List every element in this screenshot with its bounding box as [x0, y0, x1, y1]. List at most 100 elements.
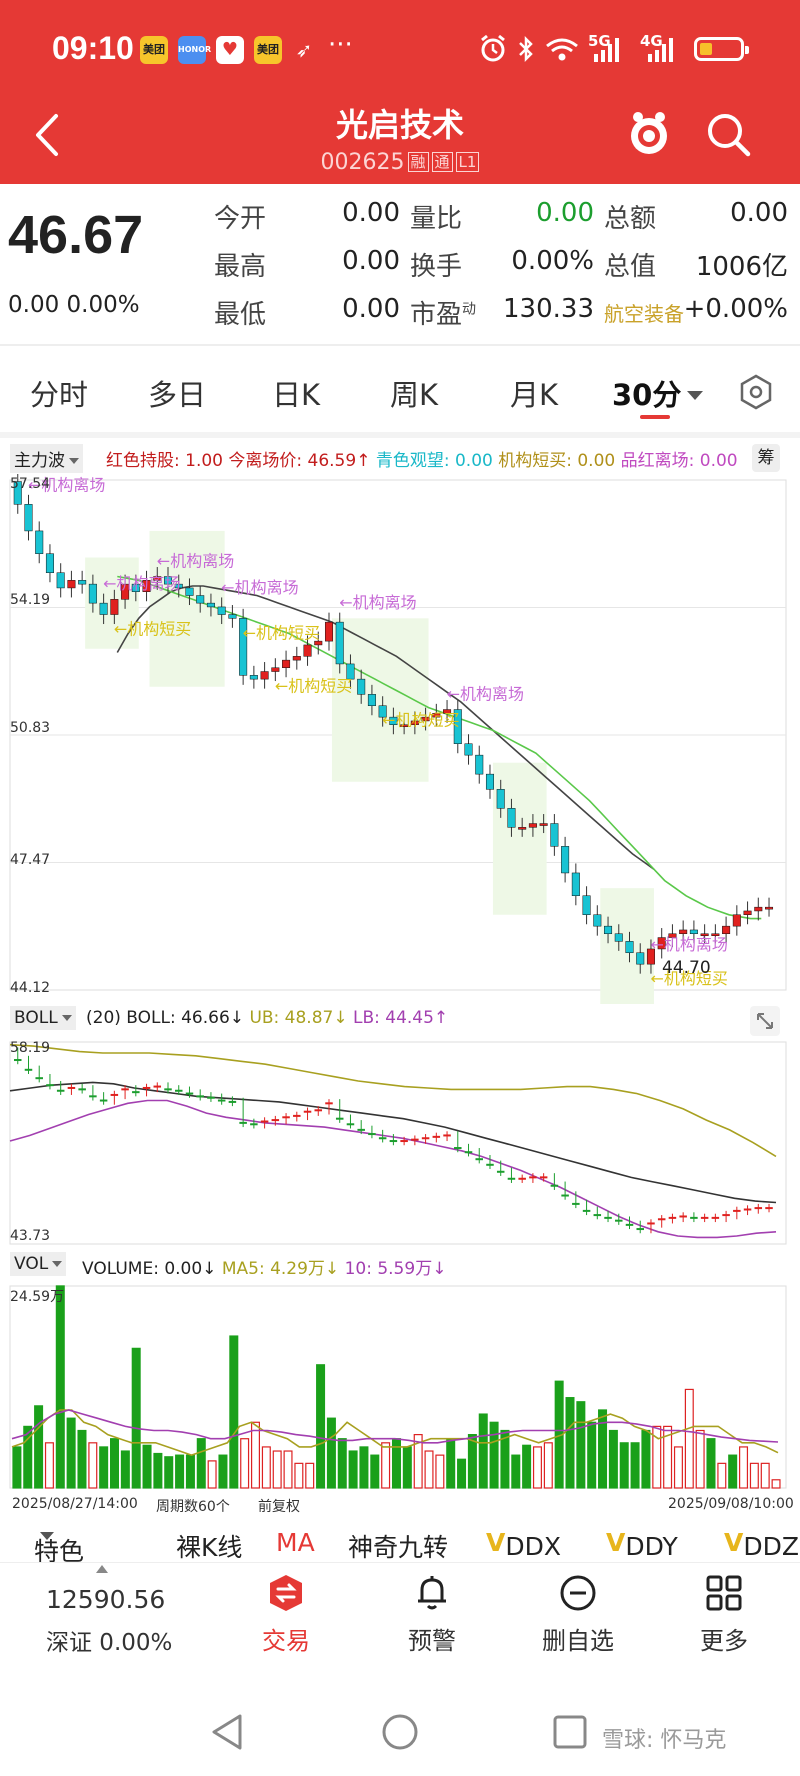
boll-chart[interactable]	[0, 1038, 800, 1248]
main-indicator-values: 红色持股: 1.00 今离场价: 46.59↑ 青色观望: 0.00 机构短买:…	[106, 446, 738, 471]
volume-bar	[120, 1450, 130, 1489]
volume-bar	[630, 1442, 640, 1489]
nav-trade-label: 交易	[262, 1627, 310, 1655]
chevron-down-icon	[687, 391, 704, 400]
candle-body	[689, 929, 698, 935]
volume-chart[interactable]	[0, 1284, 800, 1490]
tab-30min[interactable]: 30分	[612, 372, 704, 414]
turnover-label: 总额	[604, 204, 657, 234]
tab-weekly-k[interactable]: 周K	[390, 372, 438, 414]
alarm-icon	[481, 34, 505, 62]
high-label: 最高	[214, 252, 267, 282]
y-tick-3: 50.83	[10, 720, 51, 736]
annotation-label: ←机构短买	[114, 620, 191, 639]
battery-icon	[694, 37, 749, 61]
volume-bar	[66, 1417, 76, 1489]
candle-body	[292, 656, 301, 661]
low-label: 最低	[214, 300, 267, 330]
chevron-down-icon	[40, 1532, 54, 1540]
market-cap-label: 总值	[604, 252, 657, 282]
candle-body	[743, 910, 752, 916]
annotation-label: ←机构离场	[447, 684, 524, 703]
volume-bar	[457, 1458, 467, 1489]
vol-y-max: 24.59万	[10, 1289, 65, 1305]
bottom-nav: 12590.56 深证 0.00% 交易 预警 删自选 更多	[0, 1562, 800, 1673]
volume-bar	[435, 1454, 445, 1489]
annotation-label: ←机构离场	[157, 551, 234, 570]
volume-bar	[272, 1450, 282, 1489]
open-label: 今开	[214, 204, 267, 234]
feature-ma[interactable]: MA	[276, 1528, 315, 1557]
volume-bar	[77, 1429, 87, 1489]
market-cap-value: 1006亿	[695, 252, 788, 282]
volume-bar	[99, 1446, 109, 1489]
mascot-icon[interactable]	[624, 108, 674, 158]
y-tick-max: 57.54	[10, 476, 51, 492]
low-value: 0.00	[342, 294, 400, 324]
volume-bar	[684, 1388, 694, 1489]
volume-bar	[153, 1452, 163, 1489]
expand-icon[interactable]	[750, 1006, 780, 1036]
tab-30min-label: 30分	[612, 378, 682, 412]
volume-bar	[44, 1442, 54, 1489]
volume-bar	[381, 1442, 391, 1489]
feature-bare-k[interactable]: 裸K线	[176, 1528, 242, 1562]
feature-ddy[interactable]: V DDY	[606, 1528, 678, 1561]
system-back-icon[interactable]	[210, 1712, 246, 1752]
volume-bar	[489, 1421, 499, 1489]
volume-bar	[359, 1446, 369, 1489]
boll-selector[interactable]: BOLL	[10, 1006, 76, 1030]
candle-body	[464, 743, 473, 756]
indicator-inst-buy: 机构短买: 0.00	[498, 451, 616, 471]
volume-bar	[565, 1397, 575, 1489]
candle-body	[539, 823, 548, 826]
v-badge-icon: V	[606, 1528, 626, 1557]
candle-body	[335, 621, 344, 665]
tab-multiday[interactable]: 多日	[148, 372, 206, 414]
volume-bar	[305, 1462, 315, 1489]
system-home-icon[interactable]	[380, 1712, 420, 1752]
candle-body	[196, 595, 205, 604]
feature-ddz[interactable]: V DDZ	[724, 1528, 799, 1561]
indicator-magenta-exit: 品红离场: 0.00	[620, 451, 738, 471]
turnover-rate-label: 换手	[410, 252, 463, 282]
candle-body	[271, 667, 280, 672]
candle-body	[550, 823, 559, 847]
candle-body	[260, 671, 269, 680]
volume-bar	[240, 1438, 250, 1489]
chip-distribution-button[interactable]: 筹	[752, 444, 780, 472]
main-indicator-selector[interactable]: 主力波	[10, 444, 83, 473]
indicator-cyan-watch: 青色观望: 0.00	[375, 451, 493, 471]
volume-bar	[446, 1438, 456, 1489]
index-name[interactable]: 深证 0.00%	[46, 1623, 172, 1657]
heart-app-icon: ♥	[216, 36, 244, 64]
sector-name[interactable]: 航空装备	[604, 298, 684, 327]
volume-bar	[164, 1456, 174, 1489]
index-value[interactable]: 12590.56	[46, 1585, 165, 1614]
volume-bar	[175, 1454, 185, 1489]
vol-values: VOLUME: 0.00↓ MA5: 4.29万↓ 10: 5.59万↓	[82, 1254, 446, 1279]
flight-app-icon: ➶	[295, 38, 313, 62]
feature-ddx[interactable]: V DDX	[486, 1528, 561, 1561]
feature-magic-nine[interactable]: 神奇九转	[348, 1528, 448, 1562]
bluetooth-icon	[519, 35, 533, 63]
tab-monthly-k[interactable]: 月K	[510, 372, 558, 414]
candle-body	[732, 914, 741, 927]
tab-daily-k[interactable]: 日K	[272, 372, 320, 414]
candle-body	[582, 895, 591, 916]
min-price-label: 44.70	[662, 958, 711, 978]
more-notifications-icon: ···	[328, 30, 353, 60]
tab-intraday[interactable]: 分时	[30, 372, 88, 414]
chevron-up-icon[interactable]	[96, 1565, 108, 1573]
vol-selector[interactable]: VOL	[10, 1252, 67, 1276]
search-icon[interactable]	[704, 110, 754, 160]
volume-bar	[739, 1446, 749, 1489]
volume-bar	[576, 1401, 586, 1489]
candle-body	[571, 872, 580, 897]
candlestick-chart[interactable]: ←机构离场←机构离场←机构离场 ←机构离场←机构离场←机构离场←机构离场←机构短买…	[0, 474, 800, 1004]
indicator-red-hold: 红色持股: 1.00	[106, 451, 223, 471]
system-recents-icon[interactable]	[552, 1714, 588, 1750]
x-label-adjust: 前复权	[258, 1499, 300, 1515]
volume-bar	[337, 1438, 347, 1489]
settings-hexagon-icon[interactable]	[736, 372, 776, 412]
